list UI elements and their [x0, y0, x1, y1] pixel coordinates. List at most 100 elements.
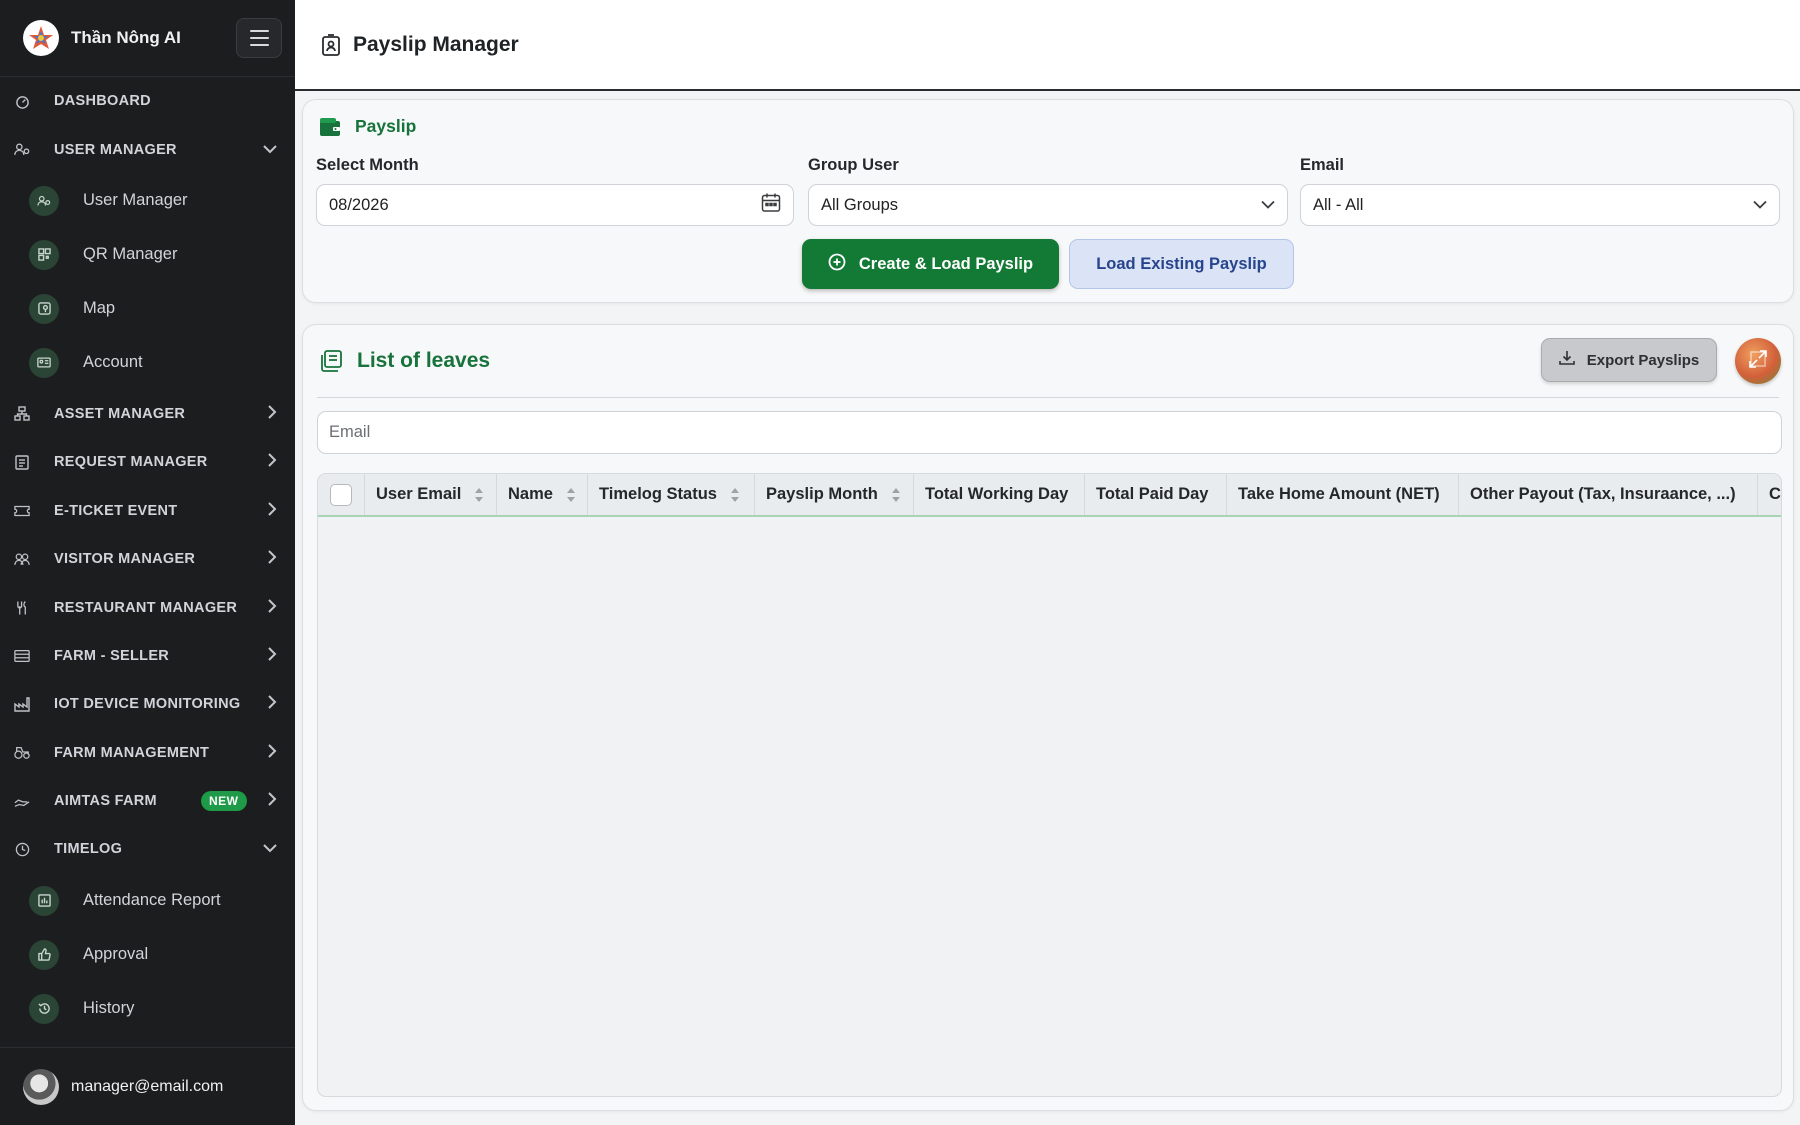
id-badge-icon [321, 33, 341, 56]
sidebar-item-asset-manager[interactable]: ASSET MANAGER [0, 390, 295, 438]
expand-button[interactable] [1735, 338, 1781, 384]
wallet-icon [319, 117, 341, 137]
list-card-header: List of leaves [319, 349, 490, 373]
table-body [318, 517, 1781, 1096]
users-cog-icon [14, 142, 30, 158]
sidebar-subitem-qr-manager[interactable]: QR Manager [0, 228, 295, 282]
sidebar-item-label: TIMELOG [54, 841, 123, 858]
column-label: Name [508, 485, 553, 503]
sidebar-subitem-account[interactable]: Account [0, 336, 295, 390]
store-icon [14, 648, 30, 664]
sidebar: Thần Nông AI DASHBOARD USER MANAGER User… [0, 0, 295, 1125]
map-icon [29, 293, 59, 324]
email-label: Email [1300, 156, 1345, 174]
column-header-timelog-status[interactable]: Timelog Status [588, 474, 755, 515]
chevron-down-icon [1261, 196, 1275, 215]
sidebar-item-user-manager[interactable]: USER MANAGER [0, 125, 295, 173]
sidebar-subitem-label: Approval [83, 945, 149, 964]
sidebar-subitem-attendance-report[interactable]: Attendance Report [0, 874, 295, 928]
sidebar-item-label: IOT DEVICE MONITORING [54, 696, 241, 713]
column-header-user-email[interactable]: User Email [365, 474, 497, 515]
column-label: Total Working Day [925, 485, 1069, 503]
sidebar-subitem-map[interactable]: Map [0, 282, 295, 336]
group-user-select[interactable]: All Groups [808, 184, 1288, 226]
sidebar-subitem-approval[interactable]: Approval [0, 928, 295, 982]
create-load-payslip-label: Create & Load Payslip [858, 254, 1034, 273]
sidebar-item-visitor-manager[interactable]: VISITOR MANAGER [0, 535, 295, 583]
sort-icon[interactable] [475, 487, 484, 502]
sort-icon[interactable] [730, 487, 739, 502]
sidebar-item-label: DASHBOARD [54, 93, 151, 110]
sidebar-item-dashboard[interactable]: DASHBOARD [0, 77, 295, 125]
column-label: C [1769, 485, 1781, 503]
sidebar-item-farm-management[interactable]: FARM MANAGEMENT [0, 729, 295, 777]
chevron-right-icon [268, 792, 277, 810]
sidebar-item-label: FARM MANAGEMENT [54, 744, 210, 761]
dashboard-icon [14, 93, 30, 109]
factory-icon [14, 696, 30, 712]
chevron-down-icon [263, 142, 277, 158]
qr-icon [29, 239, 59, 270]
sidebar-subitem-history[interactable]: History [0, 982, 295, 1036]
column-label: Timelog Status [599, 485, 717, 503]
column-header-name[interactable]: Name [497, 474, 588, 515]
thumbs-up-icon [29, 939, 59, 970]
sidebar-item-timelog[interactable]: TIMELOG [0, 825, 295, 873]
sidebar-item-label: USER MANAGER [54, 141, 177, 158]
sidebar-subitem-label: History [83, 999, 135, 1018]
sidebar-subitem-user-manager[interactable]: User Manager [0, 174, 295, 228]
sidebar-subitem-label: Account [83, 353, 143, 372]
chevron-down-icon [263, 841, 277, 857]
sidebar-item-aimtas-farm[interactable]: AIMTAS FARM NEW [0, 777, 295, 825]
clock-icon [14, 841, 30, 857]
calendar-icon[interactable] [761, 193, 781, 218]
column-header-truncated[interactable]: C [1758, 474, 1781, 515]
sidebar-item-label: RESTAURANT MANAGER [54, 599, 238, 616]
menu-toggle-button[interactable] [236, 18, 282, 58]
group-user-label: Group User [808, 156, 899, 174]
column-label: User Email [376, 485, 462, 503]
chevron-right-icon [268, 550, 277, 568]
table-header-row: User Email Name Timelog Status Payslip M… [318, 474, 1781, 517]
load-existing-payslip-button[interactable]: Load Existing Payslip [1069, 239, 1294, 289]
history-icon [29, 993, 59, 1024]
create-load-payslip-button[interactable]: Create & Load Payslip [802, 239, 1059, 289]
list-card-title: List of leaves [357, 349, 491, 372]
sidebar-subitem-label: QR Manager [83, 245, 178, 264]
sidebar-item-label: VISITOR MANAGER [54, 551, 196, 568]
farm-hand-icon [14, 793, 30, 809]
chevron-right-icon [268, 453, 277, 471]
column-header-take-home-amount[interactable]: Take Home Amount (NET) [1227, 474, 1459, 515]
sort-icon[interactable] [891, 487, 900, 502]
sidebar-item-request-manager[interactable]: REQUEST MANAGER [0, 438, 295, 486]
email-select[interactable]: All - All [1300, 184, 1780, 226]
user-profile[interactable]: manager@email.com [0, 1047, 295, 1125]
brand-logo[interactable] [23, 20, 59, 56]
hamburger-icon [249, 30, 269, 32]
page-title: Payslip Manager [353, 32, 519, 56]
sitemap-icon [14, 406, 30, 422]
sidebar-item-label: ASSET MANAGER [54, 405, 186, 422]
column-header-total-working-day[interactable]: Total Working Day [914, 474, 1085, 515]
payslip-card-header: Payslip [319, 116, 416, 137]
load-existing-payslip-label: Load Existing Payslip [1096, 254, 1267, 273]
column-header-other-payout[interactable]: Other Payout (Tax, Insuraance, ...) [1459, 474, 1758, 515]
month-picker[interactable]: 08/2026 [316, 184, 794, 226]
sort-icon[interactable] [566, 487, 575, 502]
export-payslips-button[interactable]: Export Payslips [1541, 338, 1717, 382]
column-header-payslip-month[interactable]: Payslip Month [755, 474, 914, 515]
top-bar: Payslip Manager [295, 0, 1800, 91]
select-all-column [318, 474, 365, 515]
column-header-total-paid-day[interactable]: Total Paid Day [1085, 474, 1227, 515]
sidebar-item-e-ticket-event[interactable]: E-TICKET EVENT [0, 487, 295, 535]
utensils-icon [14, 600, 30, 616]
sidebar-item-restaurant-manager[interactable]: RESTAURANT MANAGER [0, 583, 295, 631]
payslip-list-card: List of leaves Export Payslips User Emai… [302, 324, 1794, 1111]
email-search-input[interactable] [317, 411, 1782, 454]
select-all-checkbox[interactable] [330, 483, 352, 506]
sidebar-item-farm-seller[interactable]: FARM - SELLER [0, 632, 295, 680]
expand-icon [1748, 349, 1768, 374]
payslip-card-title: Payslip [355, 116, 417, 136]
ticket-icon [14, 503, 30, 519]
sidebar-item-iot-device-monitoring[interactable]: IOT DEVICE MONITORING [0, 680, 295, 728]
